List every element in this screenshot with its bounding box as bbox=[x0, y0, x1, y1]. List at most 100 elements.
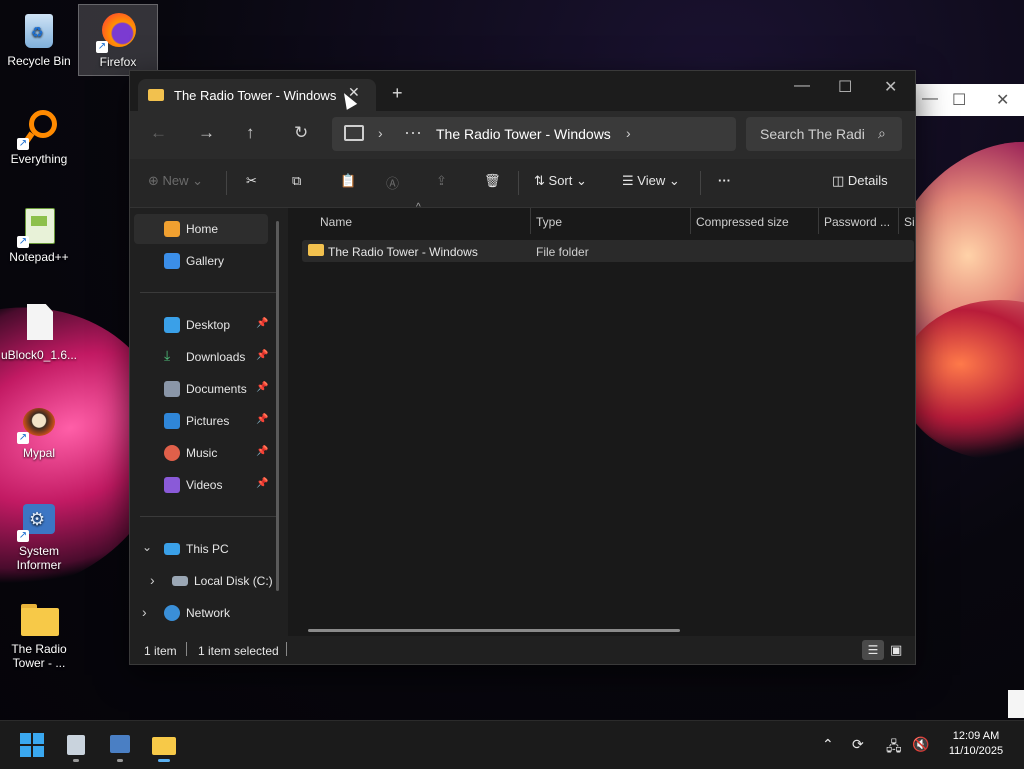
sync-icon[interactable]: ⟳ bbox=[852, 736, 864, 753]
chevron-right-icon[interactable]: › bbox=[378, 125, 383, 141]
desktop-icon-recycle-bin[interactable]: ♻ Recycle Bin bbox=[0, 4, 78, 76]
nav-item-videos[interactable]: Videos 📌 bbox=[134, 470, 268, 500]
pin-icon[interactable]: 📌 bbox=[256, 446, 268, 457]
column-divider[interactable] bbox=[530, 208, 531, 234]
cut-icon[interactable]: ✂ bbox=[246, 173, 257, 189]
desktop-icon-ublock[interactable]: uBlock0_1.6... bbox=[0, 298, 78, 370]
breadcrumb-overflow[interactable]: ··· bbox=[404, 122, 422, 143]
large-icons-view-icon[interactable]: ▣ bbox=[890, 642, 902, 658]
new-button[interactable]: ⊕ New ⌄ bbox=[148, 173, 203, 189]
desktop-icon-radio-tower-folder[interactable]: The Radio Tower - ... bbox=[0, 592, 78, 678]
desktop-icon-everything[interactable]: ↗ Everything bbox=[0, 102, 78, 174]
plus-circle-icon: ⊕ bbox=[148, 173, 159, 188]
nav-item-music[interactable]: Music 📌 bbox=[134, 438, 268, 468]
background-window[interactable]: — ☐ ✕ bbox=[900, 84, 1024, 116]
desktop-icon-mypal[interactable]: ↗ Mypal bbox=[0, 396, 78, 468]
nav-item-network[interactable]: › Network bbox=[134, 598, 268, 628]
download-icon: ⤓ bbox=[164, 347, 171, 363]
status-divider bbox=[186, 642, 187, 656]
maximize-icon[interactable]: ☐ bbox=[838, 77, 852, 97]
nav-item-pictures[interactable]: Pictures 📌 bbox=[134, 406, 268, 436]
nav-item-gallery[interactable]: Gallery bbox=[134, 246, 268, 276]
nav-item-local-disk[interactable]: › Local Disk (C:) bbox=[134, 566, 274, 596]
column-header-type[interactable]: Type bbox=[536, 208, 686, 234]
desktop-icon-system-informer[interactable]: ⚙ ↗ System Informer bbox=[0, 494, 78, 580]
everything-search-icon: ↗ bbox=[17, 108, 59, 150]
desktop-icon-label: Notepad++ bbox=[9, 250, 69, 264]
horizontal-scrollbar[interactable] bbox=[308, 629, 680, 632]
start-button[interactable] bbox=[20, 733, 44, 757]
close-window-icon[interactable]: ✕ bbox=[884, 77, 897, 97]
desktop-icon-notepadpp[interactable]: ↗ Notepad++ bbox=[0, 200, 78, 272]
column-header-password[interactable]: Password ... bbox=[824, 208, 900, 234]
background-minimize-icon[interactable]: — bbox=[922, 90, 938, 108]
clock-date: 11/10/2025 bbox=[948, 745, 1004, 757]
nav-item-home[interactable]: Home bbox=[134, 214, 268, 244]
new-tab-button[interactable]: + bbox=[392, 83, 403, 104]
forward-arrow-icon[interactable]: → bbox=[198, 123, 215, 143]
nav-scrollbar[interactable] bbox=[276, 221, 279, 591]
pin-icon[interactable]: 📌 bbox=[256, 414, 268, 425]
breadcrumb-current[interactable]: The Radio Tower - Windows bbox=[436, 126, 611, 142]
column-header-name[interactable]: Name ^ bbox=[320, 202, 528, 234]
nav-label: Desktop bbox=[186, 318, 231, 332]
windows-logo-icon bbox=[33, 733, 44, 744]
chevron-right-icon[interactable]: › bbox=[150, 572, 155, 588]
taskbar-app-2[interactable] bbox=[108, 733, 132, 762]
background-maximize-icon[interactable]: ☐ bbox=[952, 90, 966, 110]
back-arrow-icon[interactable]: ← bbox=[150, 123, 167, 143]
paste-icon[interactable]: 📋 bbox=[340, 173, 356, 189]
chevron-down-icon: ⌄ bbox=[668, 173, 680, 188]
taskbar-app-1[interactable] bbox=[64, 733, 88, 762]
details-pane-button[interactable]: ◫ Details bbox=[832, 173, 888, 189]
volume-muted-icon[interactable]: 🔇 bbox=[912, 736, 929, 753]
taskbar: ⌃ ⟳ 🖧 🔇 12:09 AM 11/10/2025 bbox=[0, 720, 1024, 769]
details-view-icon[interactable]: ☰ bbox=[862, 640, 884, 660]
column-divider[interactable] bbox=[898, 208, 899, 234]
chevron-up-icon[interactable]: ⌃ bbox=[822, 736, 834, 753]
copy-icon[interactable]: ⧉ bbox=[292, 173, 301, 189]
background-close-icon[interactable]: ✕ bbox=[996, 90, 1009, 110]
more-options-button[interactable]: ··· bbox=[718, 173, 731, 188]
rename-icon[interactable]: Ⓐ bbox=[386, 173, 399, 192]
row-name: The Radio Tower - Windows bbox=[328, 245, 478, 259]
sort-icon: ⇅ bbox=[534, 173, 545, 188]
sort-button[interactable]: ⇅ Sort ⌄ bbox=[534, 173, 587, 189]
delete-icon[interactable]: 🗑 bbox=[484, 173, 501, 189]
nav-item-desktop[interactable]: Desktop 📌 bbox=[134, 310, 268, 340]
desktop-icon-firefox[interactable]: ↗ Firefox bbox=[78, 4, 158, 76]
nav-item-downloads[interactable]: ⤓ Downloads 📌 bbox=[134, 342, 268, 372]
new-label: New bbox=[162, 173, 189, 188]
pin-icon[interactable]: 📌 bbox=[256, 382, 268, 393]
chevron-right-icon[interactable]: › bbox=[142, 604, 147, 620]
refresh-icon[interactable]: ↻ bbox=[294, 123, 308, 143]
chevron-down-icon[interactable]: ⌄ bbox=[142, 540, 152, 554]
desktop-icon-label: Mypal bbox=[22, 446, 55, 460]
share-icon[interactable]: ⇪ bbox=[436, 173, 447, 189]
nav-divider bbox=[140, 516, 276, 517]
pin-icon[interactable]: 📌 bbox=[256, 318, 268, 329]
column-header-compressed-size[interactable]: Compressed size bbox=[696, 208, 816, 234]
documents-icon bbox=[164, 381, 180, 397]
nav-item-this-pc[interactable]: ⌄ This PC bbox=[134, 534, 268, 564]
minimize-icon[interactable]: — bbox=[794, 77, 810, 95]
taskbar-file-explorer[interactable] bbox=[152, 733, 176, 762]
search-box[interactable]: Search The Radi ⌕ bbox=[746, 117, 902, 151]
column-divider[interactable] bbox=[690, 208, 691, 234]
pin-icon[interactable]: 📌 bbox=[256, 478, 268, 489]
nav-item-documents[interactable]: Documents 📌 bbox=[134, 374, 268, 404]
clock[interactable]: 12:09 AM 11/10/2025 bbox=[936, 729, 1016, 759]
up-arrow-icon[interactable]: ↑ bbox=[246, 123, 255, 143]
sort-ascending-icon: ^ bbox=[416, 202, 421, 213]
address-bar[interactable]: › ··· The Radio Tower - Windows › bbox=[332, 117, 736, 151]
table-row[interactable]: The Radio Tower - Windows File folder bbox=[302, 240, 914, 262]
shortcut-arrow-icon: ↗ bbox=[17, 138, 29, 150]
view-button[interactable]: ☰ View ⌄ bbox=[622, 173, 680, 189]
column-divider[interactable] bbox=[818, 208, 819, 234]
network-icon[interactable]: 🖧 bbox=[886, 736, 902, 760]
chevron-right-icon[interactable]: › bbox=[626, 125, 631, 141]
address-bar-row: ← → ↑ ↻ › ··· The Radio Tower - Windows … bbox=[130, 111, 915, 159]
column-header-size[interactable]: Si bbox=[904, 208, 914, 234]
nav-divider bbox=[140, 292, 276, 293]
pin-icon[interactable]: 📌 bbox=[256, 350, 268, 361]
